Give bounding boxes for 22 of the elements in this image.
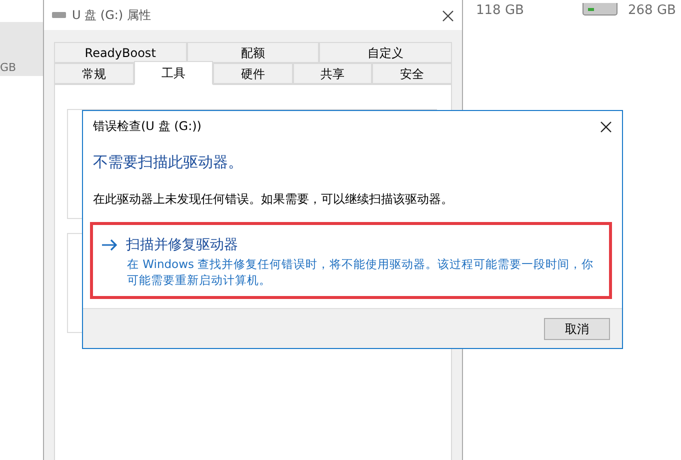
size-label: 268 GB <box>628 2 676 20</box>
usb-drive-icon <box>52 11 66 19</box>
scan-option[interactable]: 扫描并修复驱动器 在 Windows 查找并修复任何错误时，将不能使用驱动器。该过程可能需要一段时间，你可能需要重新启动计算机。 <box>90 222 612 298</box>
size-label: 118 GB <box>476 2 524 20</box>
tab[interactable]: 安全 <box>372 63 452 84</box>
tab[interactable]: 共享 <box>292 63 372 84</box>
size-label: GB <box>0 60 16 76</box>
arrow-icon <box>101 239 118 251</box>
tab[interactable]: 自定义 <box>319 42 452 63</box>
cancel-button[interactable]: 取消 <box>544 318 610 340</box>
option-description: 在 Windows 查找并修复任何错误时，将不能使用驱动器。该过程可能需要一段时间，你可能需要重新启动计算机。 <box>127 256 595 288</box>
dialog-heading: 不需要扫描此驱动器。 <box>93 152 244 173</box>
tab[interactable]: ReadyBoost <box>54 42 187 63</box>
tab[interactable]: 常规 <box>54 63 134 84</box>
dialog-message: 在此驱动器上未发现任何错误。如果需要，可以继续扫描该驱动器。 <box>93 190 454 208</box>
option-title: 扫描并修复驱动器 <box>126 236 238 254</box>
window-title: U 盘 (G:) 属性 <box>72 7 151 24</box>
dialog-title: 错误检查(U 盘 (G:)) <box>93 118 202 135</box>
tab[interactable]: 配额 <box>186 42 320 63</box>
tab[interactable]: 工具 <box>134 61 214 85</box>
drive-icon[interactable] <box>580 0 620 18</box>
tab[interactable]: 硬件 <box>213 63 293 84</box>
